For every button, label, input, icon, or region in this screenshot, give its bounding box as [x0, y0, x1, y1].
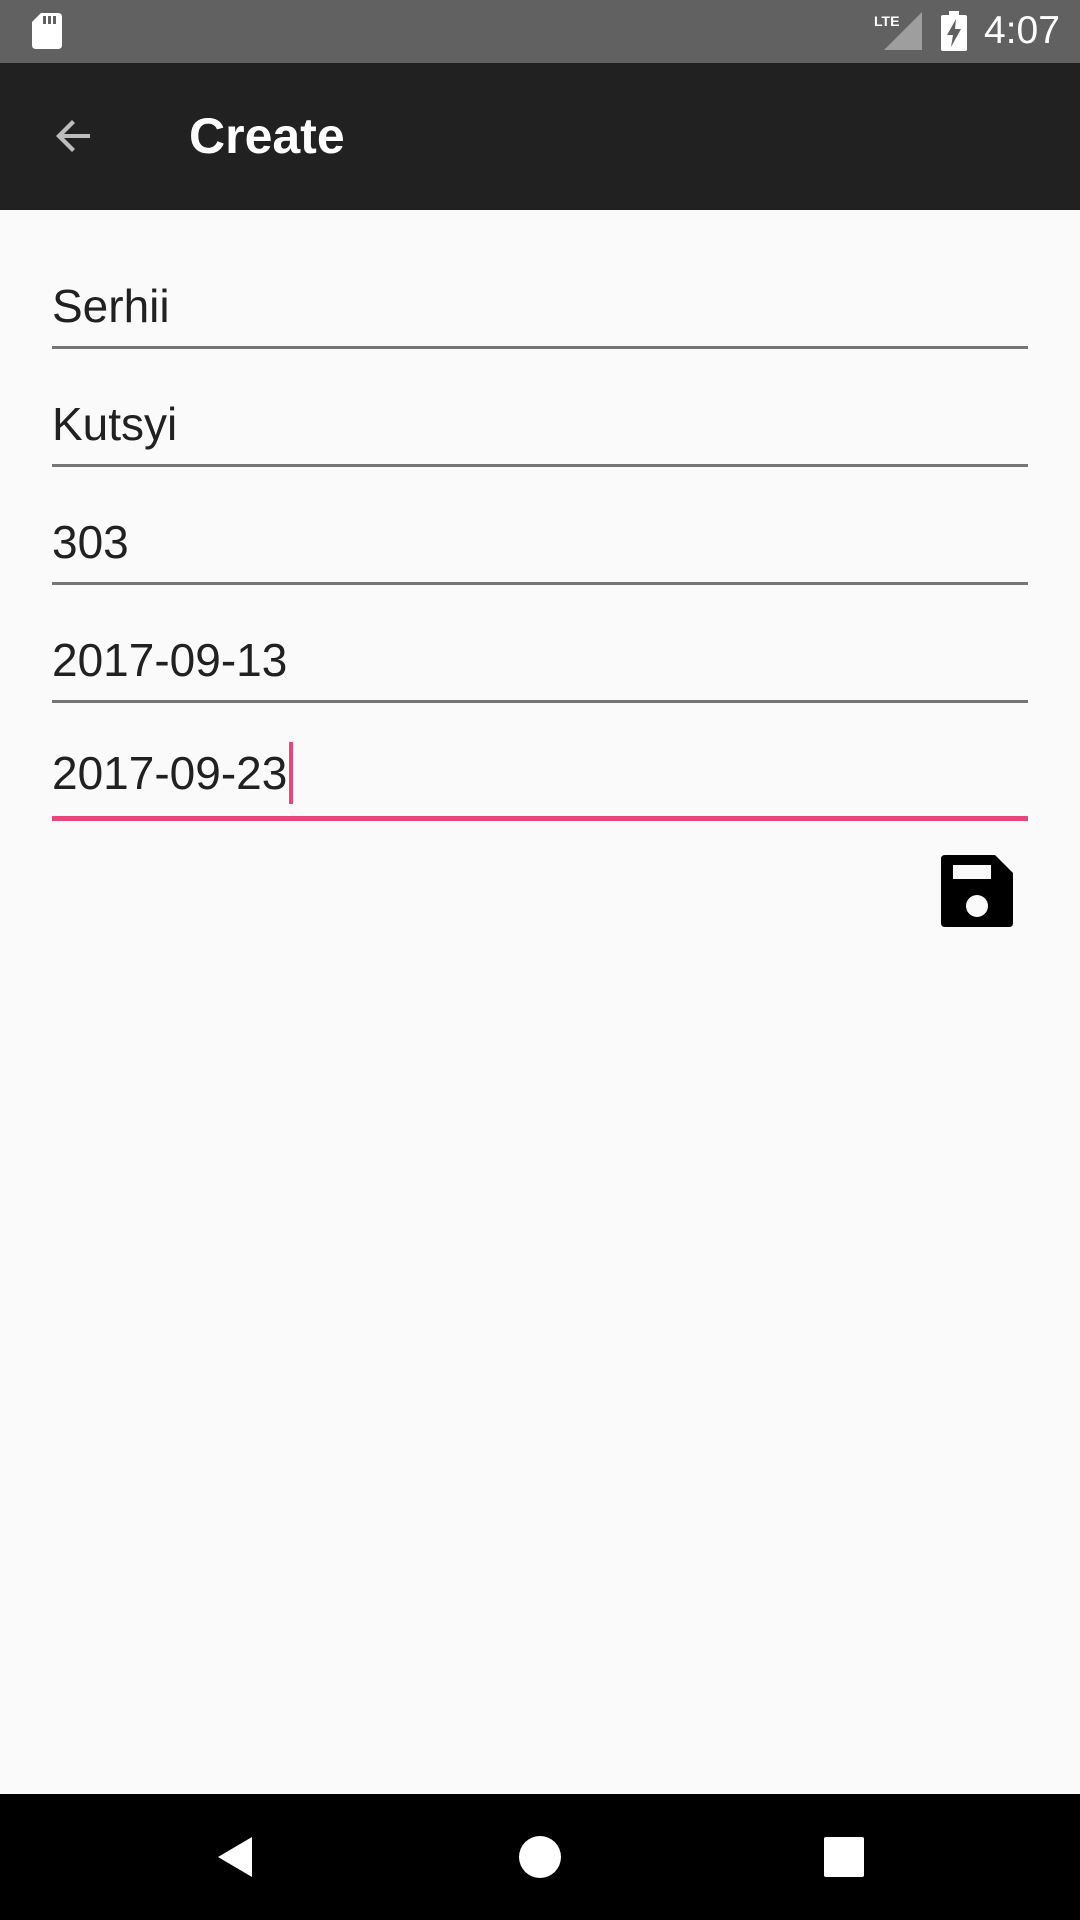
nav-back-button[interactable]: [196, 1817, 276, 1897]
nav-recents-button[interactable]: [804, 1817, 884, 1897]
circle-home-icon: [519, 1836, 561, 1878]
system-nav-bar: [0, 1794, 1080, 1920]
status-bar: LTE 4:07: [0, 0, 1080, 63]
nav-home-button[interactable]: [500, 1817, 580, 1897]
start-date-field[interactable]: 2017-09-13: [52, 623, 1028, 703]
square-recents-icon: [824, 1837, 864, 1877]
floppy-disk-save-icon: [941, 855, 1013, 927]
last-name-value: Kutsyi: [52, 398, 178, 450]
end-date-text: 2017-09-23: [52, 742, 294, 804]
page-title: Create: [189, 108, 345, 164]
first-name-value: Serhii: [52, 280, 170, 332]
end-date-field[interactable]: 2017-09-23: [52, 741, 1028, 821]
room-number-field[interactable]: 303: [52, 505, 1028, 585]
end-date-value: 2017-09-23: [52, 747, 288, 799]
first-name-field[interactable]: Serhii: [52, 269, 1028, 349]
last-name-field[interactable]: Kutsyi: [52, 387, 1028, 467]
room-number-value: 303: [52, 516, 129, 568]
status-clock: 4:07: [984, 9, 1060, 52]
app-toolbar: Create: [0, 63, 1080, 210]
svg-text:LTE: LTE: [874, 13, 899, 29]
start-date-value: 2017-09-13: [52, 634, 288, 686]
save-button[interactable]: [937, 851, 1017, 931]
battery-charging-icon: [941, 11, 967, 51]
sd-card-icon: [32, 13, 62, 49]
arrow-back-icon: [56, 120, 90, 152]
triangle-back-icon: [218, 1837, 252, 1877]
lte-signal-icon: LTE: [874, 12, 922, 50]
text-cursor: [289, 742, 294, 804]
back-button[interactable]: [34, 96, 114, 176]
